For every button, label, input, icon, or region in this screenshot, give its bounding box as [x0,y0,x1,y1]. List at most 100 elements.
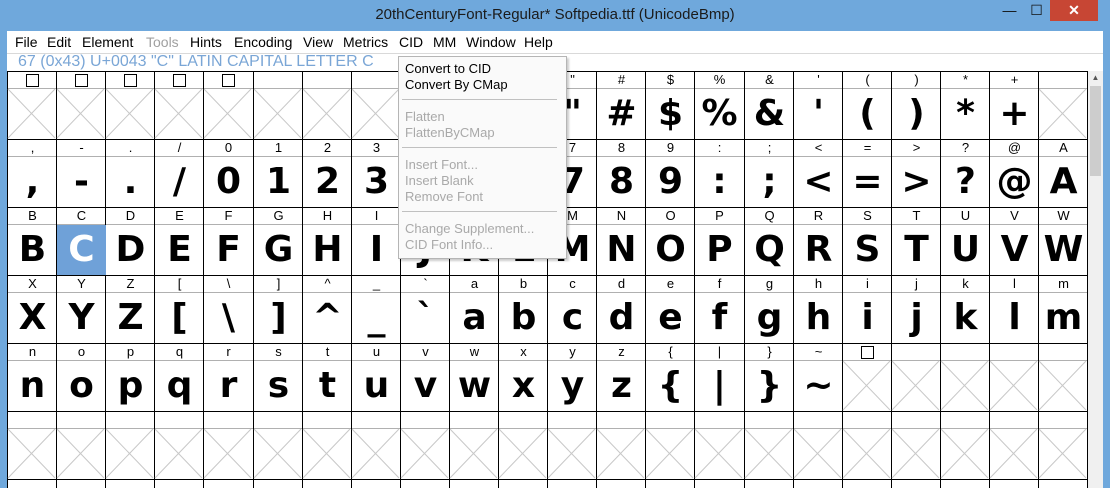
glyph-cell[interactable] [794,429,843,479]
glyph-cell[interactable] [548,429,597,479]
glyph-cell[interactable]: # [597,89,646,139]
glyph-cell[interactable]: - [57,157,106,207]
glyph-cell[interactable] [892,361,941,411]
glyph-cell[interactable]: O [646,225,695,275]
glyph-cell[interactable] [57,89,106,139]
glyph-cell[interactable] [106,89,155,139]
glyph-cell[interactable]: H [303,225,352,275]
glyph-cell[interactable]: % [695,89,744,139]
glyph-cell[interactable]: f [695,293,744,343]
glyph-cell[interactable]: ` [401,293,450,343]
menu-help[interactable]: Help [524,34,553,50]
glyph-cell[interactable]: B [8,225,57,275]
glyph-cell[interactable] [204,429,253,479]
glyph-cell[interactable]: { [646,361,695,411]
glyph-cell[interactable]: X [8,293,57,343]
glyph-cell[interactable]: / [155,157,204,207]
glyph-cell[interactable]: c [548,293,597,343]
menu-cid[interactable]: CID [399,34,423,50]
glyph-cell[interactable]: @ [990,157,1039,207]
glyph-cell[interactable] [57,429,106,479]
glyph-cell[interactable]: } [745,361,794,411]
scrollbar-thumb[interactable] [1090,86,1101,176]
glyph-cell[interactable]: < [794,157,843,207]
menu-edit[interactable]: Edit [47,34,71,50]
menu-file[interactable]: File [15,34,38,50]
glyph-cell[interactable]: g [745,293,794,343]
glyph-cell[interactable]: n [8,361,57,411]
glyph-cell[interactable]: = [843,157,892,207]
glyph-cell[interactable]: > [892,157,941,207]
glyph-cell[interactable]: ~ [794,361,843,411]
glyph-cell[interactable]: e [646,293,695,343]
glyph-cell[interactable]: ^ [303,293,352,343]
glyph-cell[interactable]: Y [57,293,106,343]
glyph-cell[interactable] [941,361,990,411]
glyph-cell[interactable]: k [941,293,990,343]
glyph-cell[interactable]: N [597,225,646,275]
glyph-cell[interactable]: . [106,157,155,207]
glyph-cell[interactable]: 2 [303,157,352,207]
glyph-cell[interactable]: x [499,361,548,411]
menu-hints[interactable]: Hints [190,34,222,50]
vertical-scrollbar[interactable]: ▲ [1088,71,1103,488]
menu-metrics[interactable]: Metrics [343,34,388,50]
glyph-cell[interactable] [8,89,57,139]
glyph-cell[interactable] [8,429,57,479]
glyph-cell[interactable]: : [695,157,744,207]
glyph-cell[interactable]: P [695,225,744,275]
glyph-cell[interactable]: ] [254,293,303,343]
glyph-cell[interactable] [303,89,352,139]
glyph-cell[interactable]: i [843,293,892,343]
glyph-cell[interactable]: w [450,361,499,411]
glyph-cell[interactable]: Q [745,225,794,275]
glyph-cell[interactable]: R [794,225,843,275]
glyph-cell[interactable]: r [204,361,253,411]
glyph-cell[interactable] [204,89,253,139]
scroll-up-icon[interactable]: ▲ [1088,71,1103,85]
glyph-cell[interactable]: b [499,293,548,343]
glyph-cell[interactable]: v [401,361,450,411]
glyph-cell[interactable] [646,429,695,479]
glyph-cell[interactable]: h [794,293,843,343]
glyph-cell[interactable]: * [941,89,990,139]
maximize-icon[interactable]: ☐ [1023,0,1050,21]
glyph-cell[interactable]: ( [843,89,892,139]
glyph-cell[interactable] [155,89,204,139]
glyph-cell[interactable] [155,429,204,479]
glyph-cell[interactable]: D [106,225,155,275]
glyph-cell[interactable]: T [892,225,941,275]
glyph-cell[interactable]: o [57,361,106,411]
glyph-cell[interactable]: A [1039,157,1088,207]
glyph-cell[interactable]: | [695,361,744,411]
menu-encoding[interactable]: Encoding [234,34,292,50]
glyph-cell[interactable]: I [352,225,401,275]
glyph-cell[interactable]: s [254,361,303,411]
glyph-cell[interactable] [695,429,744,479]
cid-menu-item-convert-to-cid[interactable]: Convert to CID [405,61,491,76]
menu-window[interactable]: Window [466,34,516,50]
glyph-cell[interactable]: 9 [646,157,695,207]
glyph-cell[interactable]: p [106,361,155,411]
glyph-cell[interactable] [254,429,303,479]
glyph-cell[interactable]: V [990,225,1039,275]
glyph-cell[interactable]: U [941,225,990,275]
glyph-cell[interactable]: d [597,293,646,343]
glyph-cell[interactable] [106,429,155,479]
glyph-cell[interactable]: S [843,225,892,275]
glyph-cell[interactable]: [ [155,293,204,343]
glyph-cell[interactable]: u [352,361,401,411]
glyph-cell[interactable] [990,429,1039,479]
glyph-cell[interactable] [1039,429,1088,479]
glyph-cell[interactable]: Z [106,293,155,343]
close-icon[interactable]: ✕ [1050,0,1098,21]
glyph-cell[interactable] [843,429,892,479]
menu-mm[interactable]: MM [433,34,456,50]
glyph-cell[interactable]: G [254,225,303,275]
glyph-cell[interactable] [941,429,990,479]
glyph-cell[interactable] [254,89,303,139]
glyph-cell[interactable]: j [892,293,941,343]
glyph-cell[interactable]: q [155,361,204,411]
glyph-cell[interactable]: m [1039,293,1088,343]
glyph-cell[interactable]: E [155,225,204,275]
